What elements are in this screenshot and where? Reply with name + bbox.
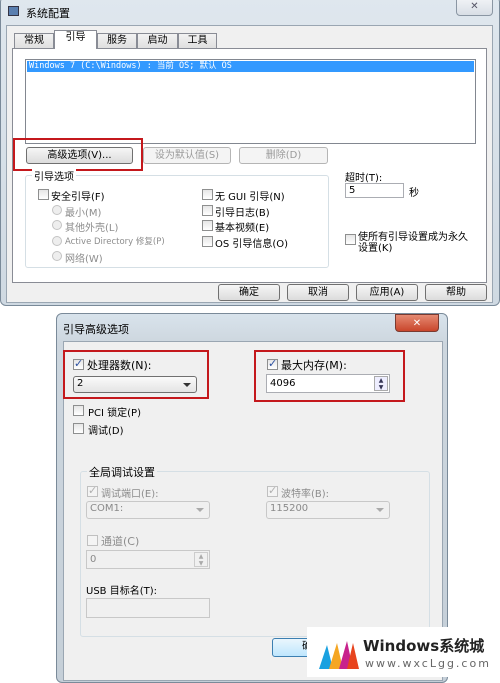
apply-button[interactable]: 应用(A) [356, 284, 418, 301]
permanent-checkbox[interactable] [345, 234, 356, 245]
set-default-button[interactable]: 设为默认值(S) [143, 147, 231, 164]
ok-button[interactable]: 确定 [218, 284, 280, 301]
pci-lock-checkbox[interactable] [73, 405, 84, 416]
delete-button[interactable]: 删除(D) [239, 147, 328, 164]
radio-ad-repair[interactable] [52, 236, 62, 246]
baud-rate-checkbox[interactable] [267, 484, 278, 497]
usb-target-label: USB 目标名(T): [86, 586, 157, 597]
window-title: 系统配置 [26, 7, 70, 20]
timeout-input[interactable]: 5 [345, 183, 404, 198]
help-button[interactable]: 帮助 [425, 284, 487, 301]
safe-boot-label: 安全引导(F) [51, 192, 105, 203]
radio-label: 网络(W) [65, 254, 103, 265]
debug-port-dropdown[interactable]: COM1: [86, 501, 210, 519]
chevron-down-icon [196, 508, 204, 512]
channel-checkbox[interactable] [87, 535, 98, 546]
tab-services[interactable]: 服务 [97, 33, 137, 49]
no-gui-label: 无 GUI 引导(N) [215, 192, 285, 203]
radio-label: 最小(M) [65, 208, 102, 219]
usb-target-input[interactable] [86, 598, 210, 618]
group-title: 引导选项 [32, 168, 76, 183]
radio-minimal[interactable] [52, 205, 62, 215]
timeout-label: 超时(T): [345, 173, 383, 184]
cancel-button[interactable]: 取消 [287, 284, 349, 301]
os-list-item[interactable]: Windows 7 (C:\Windows) : 当前 OS; 默认 OS [27, 61, 474, 72]
debug-port-checkbox[interactable] [87, 484, 98, 497]
watermark-url: www.wxcLgg.com [365, 657, 491, 670]
os-list[interactable]: Windows 7 (C:\Windows) : 当前 OS; 默认 OS [25, 59, 476, 144]
channel-spinner[interactable]: 0 ▲ ▼ [86, 550, 210, 569]
channel-value: 0 [90, 554, 97, 565]
highlight-box [254, 350, 405, 402]
baud-rate-value: 115200 [270, 503, 309, 514]
timeout-unit: 秒 [409, 188, 419, 199]
safe-boot-checkbox[interactable] [38, 189, 49, 200]
pci-lock-label: PCI 锁定(P) [88, 408, 141, 419]
chevron-down-icon [376, 508, 384, 512]
base-video-checkbox[interactable] [202, 220, 213, 231]
watermark-brand: Windows系统城 [363, 637, 485, 655]
os-boot-info-label: OS 引导信息(O) [215, 239, 289, 250]
base-video-label: 基本视频(E) [215, 223, 270, 234]
radio-alternate-shell[interactable] [52, 220, 62, 230]
windows-logo-icon [319, 641, 359, 669]
os-boot-info-checkbox[interactable] [202, 236, 213, 247]
debug-label: 调试(D) [88, 426, 124, 437]
tab-general[interactable]: 常规 [14, 33, 54, 49]
close-button[interactable]: ✕ [456, 0, 493, 16]
highlight-box [63, 350, 209, 399]
tab-startup[interactable]: 启动 [137, 33, 178, 49]
dialog-title: 引导高级选项 [63, 323, 129, 336]
no-gui-checkbox[interactable] [202, 189, 213, 200]
group-title: 全局调试设置 [87, 464, 157, 480]
spinner-arrows-icon[interactable]: ▲ ▼ [194, 552, 208, 567]
baud-rate-dropdown[interactable]: 115200 [266, 501, 390, 519]
debug-checkbox[interactable] [73, 423, 84, 434]
radio-label: 其他外壳(L) [65, 223, 119, 234]
channel-label: 通道(C) [101, 535, 140, 548]
close-button[interactable]: ✕ [395, 314, 439, 332]
boot-log-label: 引导日志(B) [215, 208, 270, 219]
watermark-logo: Windows系统城 www.wxcLgg.com [307, 627, 500, 677]
debug-port-value: COM1: [90, 503, 124, 514]
boot-log-checkbox[interactable] [202, 205, 213, 216]
permanent-label: 使所有引导设置成为永久设置(K) [358, 232, 468, 254]
baud-rate-label: 波特率(B): [281, 489, 330, 500]
radio-network[interactable] [52, 251, 62, 261]
debug-port-label: 调试端口(E): [101, 489, 159, 500]
tab-boot[interactable]: 引导 [54, 30, 97, 49]
radio-label: Active Directory 修复(P) [65, 237, 165, 247]
app-icon [8, 6, 19, 16]
tab-tools[interactable]: 工具 [178, 33, 217, 49]
highlight-box [13, 138, 143, 171]
